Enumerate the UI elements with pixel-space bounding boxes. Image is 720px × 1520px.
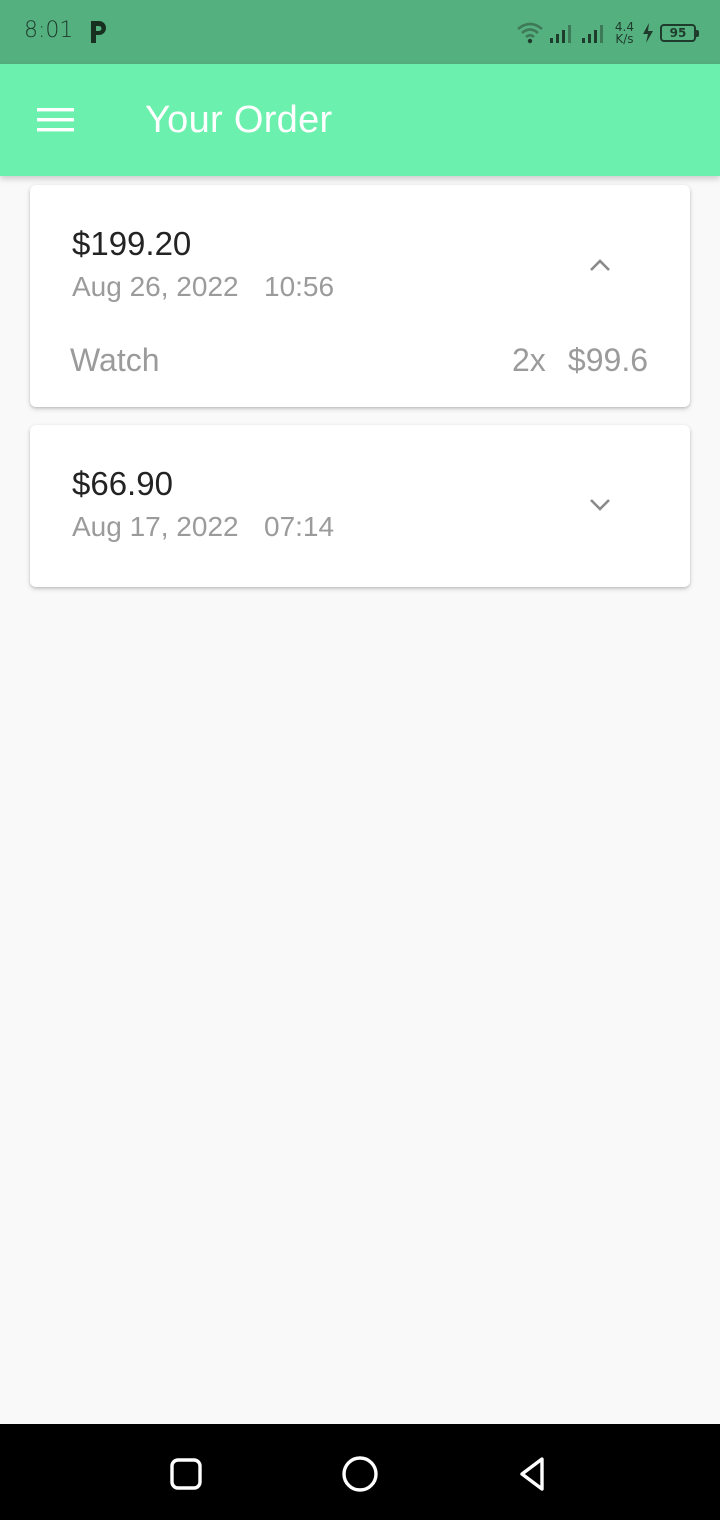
charging-icon [643,23,653,43]
network-speed-unit: K/s [615,32,634,46]
status-time: 8:01 [24,18,74,43]
page-title: Your Order [145,99,333,141]
order-item-price: $99.6 [567,342,648,378]
network-speed: 4.4 K/s [615,21,634,45]
order-date: Aug 17, 2022 [72,511,239,542]
battery-level: 95 [669,26,687,40]
signal-strength-icon-2 [581,25,603,43]
order-date: Aug 26, 2022 [72,271,239,302]
order-card[interactable]: $199.20 Aug 26, 2022 10:56 Watch 2x $99.… [30,185,690,407]
signal-strength-icon [549,25,571,43]
back-triangle-icon [520,1457,544,1491]
back-button[interactable] [510,1450,558,1498]
order-time: 10:56 [264,271,335,302]
order-card[interactable]: $66.90 Aug 17, 2022 07:14 [30,425,690,587]
status-bar: 8:01 4.4 K/s 95 [0,0,720,64]
recent-apps-button[interactable] [162,1450,210,1498]
hamburger-menu-icon [37,108,74,132]
expand-order-button[interactable] [582,487,618,523]
battery-indicator: 95 [660,24,699,42]
order-item-name: Watch [70,342,160,378]
order-total: $199.20 [72,225,192,262]
home-button[interactable] [336,1450,384,1498]
collapse-order-button[interactable] [582,247,618,283]
circle-icon [342,1456,378,1492]
chevron-down-icon [590,499,610,511]
order-time: 07:14 [264,511,335,542]
square-icon [170,1458,202,1490]
system-navigation-bar [0,1424,720,1520]
order-total: $66.90 [72,465,173,502]
menu-button[interactable] [28,98,84,142]
order-item-quantity: 2x [512,342,546,378]
chevron-up-icon [590,259,610,271]
status-icons: 4.4 K/s 95 [517,18,699,48]
wifi-icon [517,22,543,44]
app-bar: Your Order [0,64,720,176]
parking-app-notification-icon [91,21,106,43]
